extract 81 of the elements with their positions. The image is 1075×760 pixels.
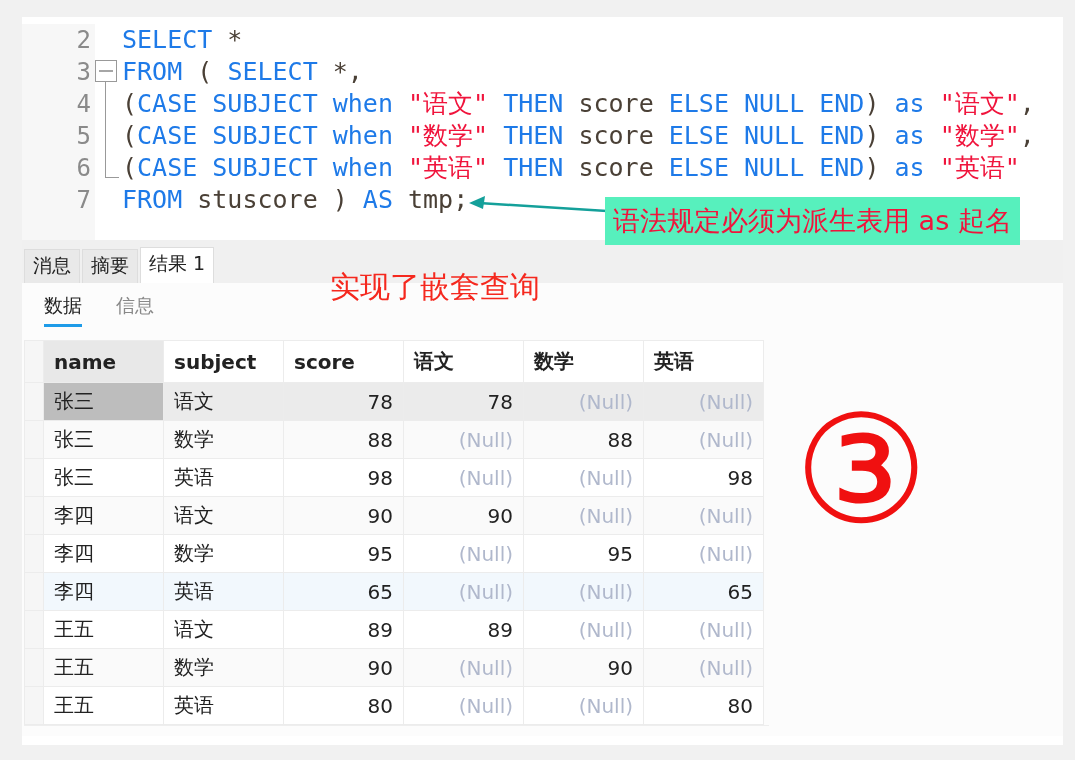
table-cell: 88: [283, 420, 404, 459]
table-cell: 张三: [43, 382, 164, 421]
table-cell: 英语: [163, 572, 284, 611]
table-cell: (Null): [643, 496, 764, 535]
result-tab[interactable]: 摘要: [82, 249, 138, 283]
table-cell: 95: [283, 534, 404, 573]
code-line: (CASE SUBJECT when "数学" THEN score ELSE NULL END) as "数学",: [122, 120, 1035, 152]
table-cell: 90: [283, 496, 404, 535]
line-number: 2: [75, 25, 92, 56]
line-number: 4: [75, 89, 92, 120]
table-cell: 英语: [163, 686, 284, 725]
code-line: FROM stuscore ) AS tmp;: [122, 184, 469, 216]
table-cell: 95: [523, 534, 644, 573]
table-cell: 李四: [43, 572, 164, 611]
code-line: FROM ( SELECT *,: [122, 56, 363, 88]
table-cell: (Null): [523, 458, 644, 497]
column-header[interactable]: 英语: [643, 340, 764, 383]
table-cell: (Null): [643, 610, 764, 649]
table-cell: (Null): [643, 420, 764, 459]
table-cell: 张三: [43, 420, 164, 459]
table-cell: (Null): [523, 610, 644, 649]
table-cell: (Null): [403, 458, 524, 497]
table-cell: 65: [283, 572, 404, 611]
table-cell: (Null): [403, 572, 524, 611]
table-cell: 78: [283, 382, 404, 421]
table-cell: (Null): [523, 496, 644, 535]
column-header[interactable]: subject: [163, 340, 284, 383]
table-cell: 数学: [163, 420, 284, 459]
table-cell: 80: [643, 686, 764, 725]
table-cell: (Null): [523, 572, 644, 611]
column-header[interactable]: 语文: [403, 340, 524, 383]
table-cell: 80: [283, 686, 404, 725]
callout-label: 语法规定必须为派生表用 as 起名: [605, 197, 1020, 245]
line-number: 3: [75, 57, 92, 88]
table-cell: 李四: [43, 534, 164, 573]
table-cell: 98: [643, 458, 764, 497]
handwritten-mark: ③: [794, 395, 929, 545]
table-cell: 98: [283, 458, 404, 497]
table-cell: 语文: [163, 610, 284, 649]
table-cell: (Null): [523, 686, 644, 725]
table-cell: (Null): [643, 382, 764, 421]
table-cell: (Null): [403, 648, 524, 687]
table-cell: 90: [523, 648, 644, 687]
table-cell: (Null): [643, 534, 764, 573]
table-cell: 89: [283, 610, 404, 649]
result-tab[interactable]: 结果 1: [140, 247, 215, 283]
table-cell: (Null): [403, 686, 524, 725]
table-cell: (Null): [643, 648, 764, 687]
sub-tab[interactable]: 信息: [116, 293, 154, 327]
table-cell: (Null): [403, 534, 524, 573]
table-cell: 78: [403, 382, 524, 421]
column-header[interactable]: name: [43, 340, 164, 383]
table-cell: 90: [403, 496, 524, 535]
table-cell: 张三: [43, 458, 164, 497]
table-cell: 王五: [43, 686, 164, 725]
table-cell: 65: [643, 572, 764, 611]
line-number: 6: [75, 153, 92, 184]
code-line: SELECT *: [122, 24, 243, 56]
table-cell: 数学: [163, 648, 284, 687]
line-number: 5: [75, 121, 92, 152]
sub-tab[interactable]: 数据: [44, 293, 82, 327]
table-cell: 89: [403, 610, 524, 649]
code-line: (CASE SUBJECT when "英语" THEN score ELSE NULL END) as "英语": [122, 152, 1020, 184]
column-header[interactable]: score: [283, 340, 404, 383]
handwritten-note: 实现了嵌套查询: [330, 268, 540, 306]
collapse-icon[interactable]: [95, 60, 117, 82]
line-number: 7: [75, 185, 92, 216]
table-cell: 88: [523, 420, 644, 459]
code-line: (CASE SUBJECT when "语文" THEN score ELSE NULL END) as "语文",: [122, 88, 1035, 120]
table-cell: (Null): [403, 420, 524, 459]
table-cell: (Null): [523, 382, 644, 421]
column-header[interactable]: 数学: [523, 340, 644, 383]
table-cell: 英语: [163, 458, 284, 497]
table-cell: 王五: [43, 610, 164, 649]
table-cell: 李四: [43, 496, 164, 535]
table-cell: 王五: [43, 648, 164, 687]
table-cell: 语文: [163, 496, 284, 535]
table-cell: 90: [283, 648, 404, 687]
table-cell: 数学: [163, 534, 284, 573]
table-cell: 语文: [163, 382, 284, 421]
result-tab[interactable]: 消息: [24, 249, 80, 283]
